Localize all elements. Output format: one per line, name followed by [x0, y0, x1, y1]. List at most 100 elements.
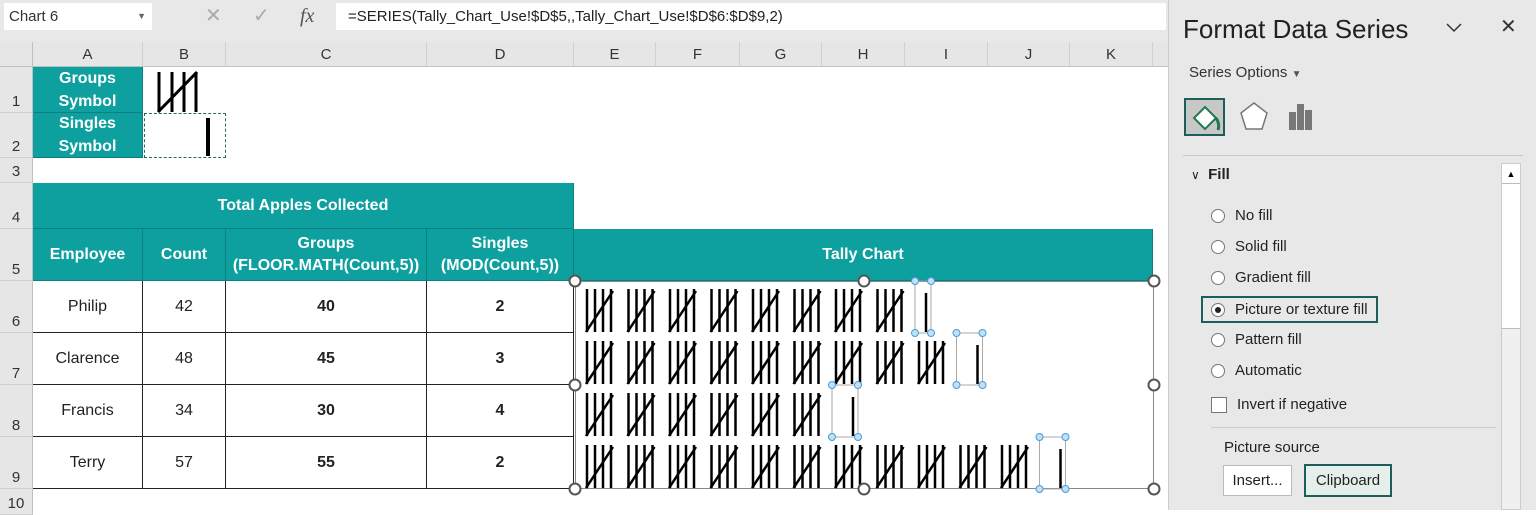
- name-box[interactable]: Chart 6 ▼: [4, 3, 152, 30]
- fill-section-label: Fill: [1208, 166, 1230, 183]
- point-handle[interactable]: [911, 277, 919, 285]
- table-cell: 34: [143, 385, 226, 437]
- point-handle[interactable]: [927, 277, 935, 285]
- tally-group-mark: [584, 341, 615, 385]
- tally-group-mark: [709, 289, 739, 333]
- formula-input[interactable]: =SERIES(Tally_Chart_Use!$D$5,,Tally_Char…: [336, 3, 1166, 30]
- label-text: Groups Symbol: [58, 69, 117, 110]
- point-handle[interactable]: [978, 329, 987, 337]
- chart-resize-handle[interactable]: [568, 274, 582, 288]
- column-header-K[interactable]: K: [1070, 42, 1153, 67]
- point-handle[interactable]: [854, 381, 862, 389]
- select-all-corner[interactable]: [0, 42, 33, 67]
- column-header-I[interactable]: I: [905, 42, 988, 67]
- column-header-J[interactable]: J: [988, 42, 1070, 67]
- chevron-down-icon[interactable]: [1445, 22, 1463, 34]
- point-handle[interactable]: [911, 329, 919, 337]
- insert-button[interactable]: Insert...: [1223, 465, 1292, 496]
- column-header-E[interactable]: E: [574, 42, 656, 67]
- series-options-tab-bar-icon[interactable]: [1287, 102, 1315, 132]
- column-header-G[interactable]: G: [740, 42, 822, 67]
- radio-button[interactable]: [1211, 302, 1225, 317]
- tally-group-mark: [667, 341, 698, 385]
- point-handle[interactable]: [1035, 433, 1044, 441]
- radio-button[interactable]: [1211, 332, 1225, 347]
- column-header-H[interactable]: H: [822, 42, 905, 67]
- column-header-B[interactable]: B: [143, 42, 226, 67]
- fill-option-pattern-fill[interactable]: Pattern fill: [1211, 331, 1302, 348]
- chart-resize-handle[interactable]: [1147, 274, 1161, 288]
- point-handle[interactable]: [927, 329, 935, 337]
- column-header-F[interactable]: F: [656, 42, 740, 67]
- tally-group-mark: [626, 341, 656, 385]
- scrollbar-thumb[interactable]: [1502, 184, 1520, 329]
- chart-resize-handle[interactable]: [857, 274, 871, 288]
- chart-resize-handle[interactable]: [857, 482, 871, 496]
- tally-group-mark: [916, 445, 947, 489]
- fill-option-automatic[interactable]: Automatic: [1211, 362, 1302, 379]
- fill-option-solid-fill[interactable]: Solid fill: [1211, 238, 1287, 255]
- singles-bar-selection[interactable]: [914, 280, 932, 334]
- checkbox-label: Invert if negative: [1237, 396, 1348, 413]
- chart-resize-handle[interactable]: [1147, 482, 1161, 496]
- tally-group-mark: [750, 341, 781, 385]
- chart-resize-handle[interactable]: [568, 378, 582, 392]
- row-header-9[interactable]: 9: [0, 437, 33, 489]
- point-handle[interactable]: [828, 433, 836, 441]
- chart-resize-handle[interactable]: [568, 482, 582, 496]
- row-header-7[interactable]: 7: [0, 333, 33, 385]
- chevron-down-icon[interactable]: ▼: [137, 3, 146, 30]
- close-icon[interactable]: ✕: [1500, 14, 1517, 39]
- fill-line-tab[interactable]: [1184, 98, 1225, 136]
- tally-group-mark: [833, 341, 864, 385]
- fx-icon[interactable]: fx: [300, 3, 314, 30]
- panel-scrollbar[interactable]: ▲: [1501, 163, 1521, 510]
- point-handle[interactable]: [952, 381, 961, 389]
- column-header-A[interactable]: A: [33, 42, 143, 67]
- point-handle[interactable]: [1061, 433, 1070, 441]
- invert-if-negative-checkbox[interactable]: Invert if negative: [1211, 396, 1347, 413]
- name-box-value: Chart 6: [9, 8, 59, 25]
- tally-group-mark: [875, 445, 905, 489]
- row-header-10[interactable]: 10: [0, 489, 33, 515]
- groups-symbol-label: Groups Symbol: [33, 67, 143, 113]
- effects-tab-pentagon-icon[interactable]: [1239, 100, 1269, 134]
- cancel-icon[interactable]: ✕: [205, 3, 222, 30]
- caret-down-icon: ▼: [1291, 69, 1302, 80]
- fill-option-no-fill[interactable]: No fill: [1211, 207, 1273, 224]
- row-header-8[interactable]: 8: [0, 385, 33, 437]
- tally-group-mark: [709, 341, 739, 385]
- fill-section-toggle[interactable]: ∨ Fill: [1191, 166, 1230, 183]
- clipboard-button[interactable]: Clipboard: [1304, 464, 1392, 497]
- row-header-1[interactable]: 1: [0, 67, 33, 113]
- radio-button[interactable]: [1211, 239, 1225, 254]
- row-header-5[interactable]: 5: [0, 229, 33, 281]
- point-handle[interactable]: [828, 381, 836, 389]
- enter-icon[interactable]: ✓: [253, 3, 270, 30]
- scroll-up-icon[interactable]: ▲: [1502, 164, 1520, 184]
- table-cell: 4: [427, 385, 574, 437]
- radio-button[interactable]: [1211, 208, 1225, 223]
- row-header-2[interactable]: 2: [0, 113, 33, 158]
- radio-button[interactable]: [1211, 363, 1225, 378]
- paint-bucket-icon: [1192, 105, 1221, 131]
- fill-option-picture-or-texture-fill[interactable]: Picture or texture fill: [1201, 296, 1378, 323]
- row-header-3[interactable]: 3: [0, 158, 33, 183]
- column-header-D[interactable]: D: [427, 42, 574, 67]
- chart-resize-handle[interactable]: [1147, 378, 1161, 392]
- point-handle[interactable]: [854, 433, 862, 441]
- radio-button[interactable]: [1211, 270, 1225, 285]
- table-cell: Clarence: [33, 333, 143, 385]
- table-header: Employee: [33, 229, 143, 281]
- series-options-dropdown[interactable]: Series Options ▼: [1189, 64, 1301, 81]
- point-handle[interactable]: [978, 381, 987, 389]
- column-header-C[interactable]: C: [226, 42, 427, 67]
- row-header-4[interactable]: 4: [0, 183, 33, 229]
- row-header-6[interactable]: 6: [0, 281, 33, 333]
- point-handle[interactable]: [1061, 485, 1070, 493]
- point-handle[interactable]: [1035, 485, 1044, 493]
- fill-option-gradient-fill[interactable]: Gradient fill: [1211, 269, 1311, 286]
- point-handle[interactable]: [952, 329, 961, 337]
- table-title: Total Apples Collected: [33, 183, 574, 229]
- table-cell: 45: [226, 333, 427, 385]
